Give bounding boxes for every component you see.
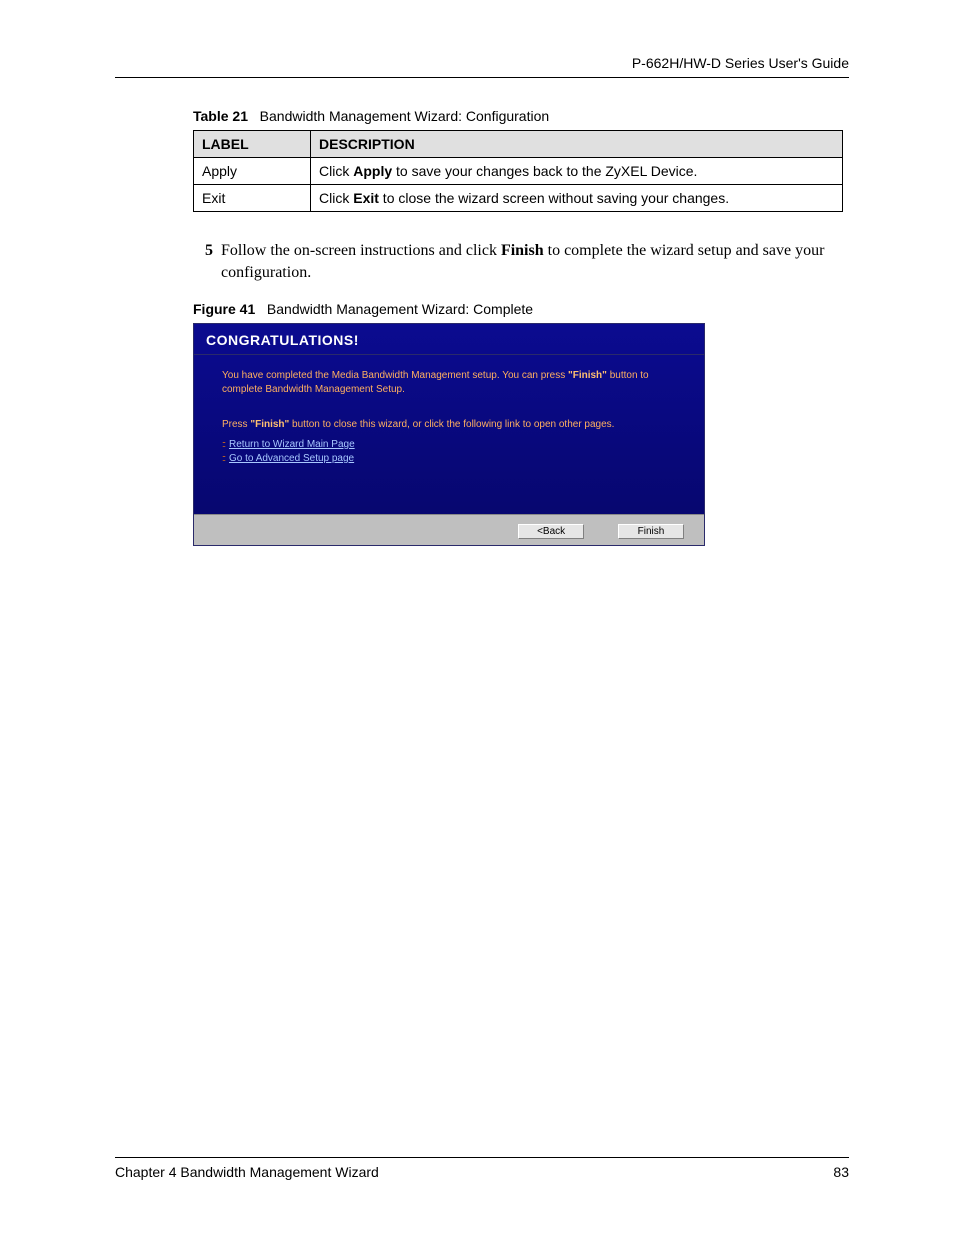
wizard-link-row: ::Go to Advanced Setup page (222, 452, 682, 466)
guide-title: P-662H/HW-D Series User's Guide (632, 55, 849, 71)
wizard-links: ::Return to Wizard Main Page ::Go to Adv… (222, 438, 682, 466)
finish-button[interactable]: Finish (618, 524, 684, 539)
wizard-title: CONGRATULATIONS! (194, 324, 704, 355)
table-caption: Table 21 Bandwidth Management Wizard: Co… (193, 108, 849, 124)
back-button[interactable]: <Back (518, 524, 584, 539)
step-text: Follow the on-screen instructions and cl… (221, 240, 849, 283)
footer-chapter: Chapter 4 Bandwidth Management Wizard (115, 1164, 379, 1180)
cell-description: Click Exit to close the wizard screen wi… (311, 185, 843, 212)
figure-caption-prefix: Figure 41 (193, 301, 255, 317)
footer-page-number: 83 (833, 1164, 849, 1180)
page-footer: Chapter 4 Bandwidth Management Wizard 83 (115, 1157, 849, 1180)
th-description: DESCRIPTION (311, 131, 843, 158)
step-number: 5 (193, 240, 213, 283)
table-header-row: LABEL DESCRIPTION (194, 131, 843, 158)
wizard-paragraph: Press "Finish" button to close this wiza… (222, 418, 682, 432)
table-caption-prefix: Table 21 (193, 108, 248, 124)
wizard-body: You have completed the Media Bandwidth M… (194, 355, 704, 514)
wizard-footer: <Back Finish (194, 514, 704, 545)
cell-label: Apply (194, 158, 311, 185)
bullet-icon: :: (222, 453, 225, 463)
page-header: P-662H/HW-D Series User's Guide (115, 55, 849, 78)
table-row: Apply Click Apply to save your changes b… (194, 158, 843, 185)
document-page: P-662H/HW-D Series User's Guide Table 21… (0, 0, 954, 1235)
wizard-panel: CONGRATULATIONS! You have completed the … (193, 323, 705, 546)
th-label: LABEL (194, 131, 311, 158)
config-table: LABEL DESCRIPTION Apply Click Apply to s… (193, 130, 843, 212)
link-return-wizard-main[interactable]: Return to Wizard Main Page (229, 439, 355, 450)
figure-caption-title: Bandwidth Management Wizard: Complete (267, 301, 533, 317)
cell-description: Click Apply to save your changes back to… (311, 158, 843, 185)
figure-caption: Figure 41 Bandwidth Management Wizard: C… (193, 301, 849, 317)
bullet-icon: :: (222, 439, 225, 449)
cell-label: Exit (194, 185, 311, 212)
wizard-link-row: ::Return to Wizard Main Page (222, 438, 682, 452)
table-row: Exit Click Exit to close the wizard scre… (194, 185, 843, 212)
numbered-step: 5 Follow the on-screen instructions and … (193, 240, 849, 283)
wizard-paragraph: You have completed the Media Bandwidth M… (222, 369, 682, 396)
table-caption-title: Bandwidth Management Wizard: Configurati… (260, 108, 550, 124)
page-content: Table 21 Bandwidth Management Wizard: Co… (115, 78, 849, 546)
link-advanced-setup[interactable]: Go to Advanced Setup page (229, 453, 354, 464)
